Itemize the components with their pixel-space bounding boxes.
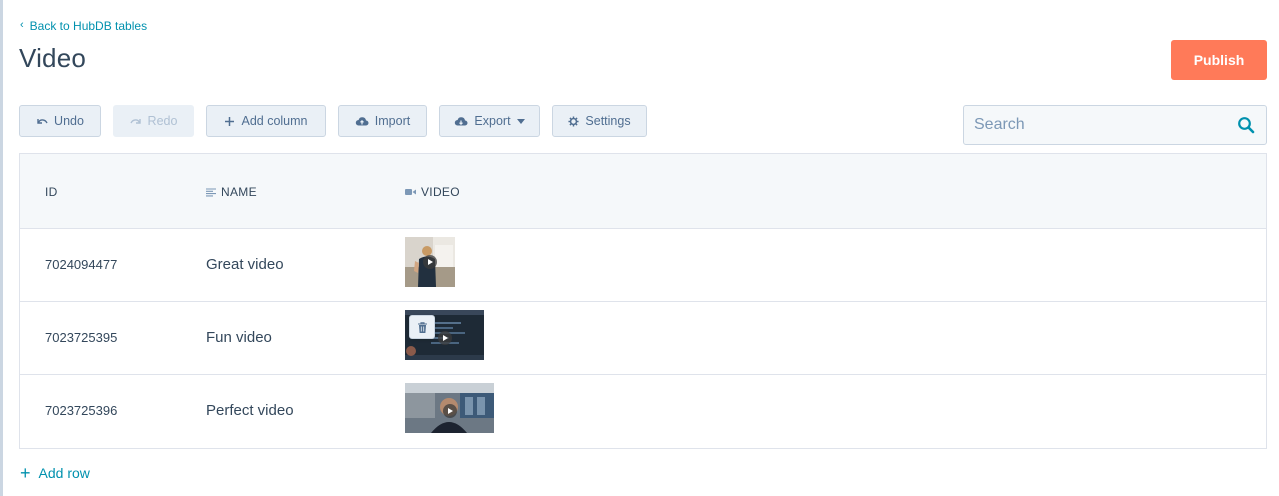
settings-button[interactable]: Settings <box>552 105 647 137</box>
gear-icon <box>568 115 579 127</box>
window-left-border <box>0 0 3 496</box>
import-label: Import <box>374 114 411 128</box>
search-icon[interactable] <box>1236 115 1256 135</box>
table-header: ID NAME VIDEO <box>20 154 1266 229</box>
back-link-label: Back to HubDB tables <box>29 19 148 33</box>
search-field[interactable] <box>963 105 1267 145</box>
plus-icon <box>225 116 235 126</box>
redo-button[interactable]: Redo <box>113 105 194 137</box>
column-header-label: ID <box>45 185 58 199</box>
video-thumbnail[interactable] <box>405 237 455 287</box>
publish-button[interactable]: Publish <box>1171 40 1267 80</box>
caret-down-icon <box>516 118 525 124</box>
row-name[interactable]: Fun video <box>206 329 272 346</box>
cloud-download-icon <box>455 117 468 126</box>
row-name[interactable]: Great video <box>206 256 284 273</box>
column-header-id[interactable]: ID <box>45 185 58 199</box>
add-row-button[interactable]: + Add row <box>20 463 90 483</box>
search-input[interactable] <box>974 116 1236 134</box>
export-label: Export <box>474 114 511 128</box>
add-row-label: Add row <box>38 465 90 481</box>
back-to-tables-link[interactable]: ‹ Back to HubDB tables <box>20 19 147 33</box>
add-column-button[interactable]: Add column <box>206 105 326 137</box>
trash-icon <box>417 321 427 333</box>
page-title: Video <box>19 43 87 73</box>
row-name[interactable]: Perfect video <box>206 402 294 419</box>
text-lines-icon <box>206 187 216 196</box>
row-id: 7023725396 <box>45 403 118 418</box>
row-id: 7023725395 <box>45 330 118 345</box>
hubdb-table: ID NAME VIDEO 7024094477 Great video 702… <box>19 153 1267 449</box>
plus-icon: + <box>20 463 31 483</box>
column-header-label: VIDEO <box>421 185 460 199</box>
undo-label: Undo <box>54 114 84 128</box>
table-row[interactable]: 7023725396 Perfect video <box>20 375 1266 448</box>
play-icon[interactable] <box>443 404 457 418</box>
play-icon[interactable] <box>423 255 437 269</box>
column-header-label: NAME <box>221 185 257 199</box>
export-dropdown-button[interactable]: Export <box>439 105 540 137</box>
import-button[interactable]: Import <box>338 105 427 137</box>
undo-icon <box>37 119 48 124</box>
undo-button[interactable]: Undo <box>19 105 101 137</box>
column-header-video[interactable]: VIDEO <box>405 185 460 199</box>
chevron-left-icon: ‹ <box>20 19 24 31</box>
video-camera-icon <box>405 189 416 195</box>
video-thumbnail[interactable] <box>405 383 494 433</box>
row-id: 7024094477 <box>45 257 118 272</box>
table-row[interactable]: 7023725395 Fun video <box>20 302 1266 375</box>
redo-icon <box>129 119 141 124</box>
delete-video-button[interactable] <box>409 315 435 339</box>
column-header-name[interactable]: NAME <box>206 185 257 199</box>
table-row[interactable]: 7024094477 Great video <box>20 229 1266 302</box>
redo-label: Redo <box>147 114 178 128</box>
add-column-label: Add column <box>241 114 308 128</box>
play-icon[interactable] <box>438 331 452 345</box>
cloud-upload-icon <box>355 117 369 126</box>
settings-label: Settings <box>585 114 631 128</box>
